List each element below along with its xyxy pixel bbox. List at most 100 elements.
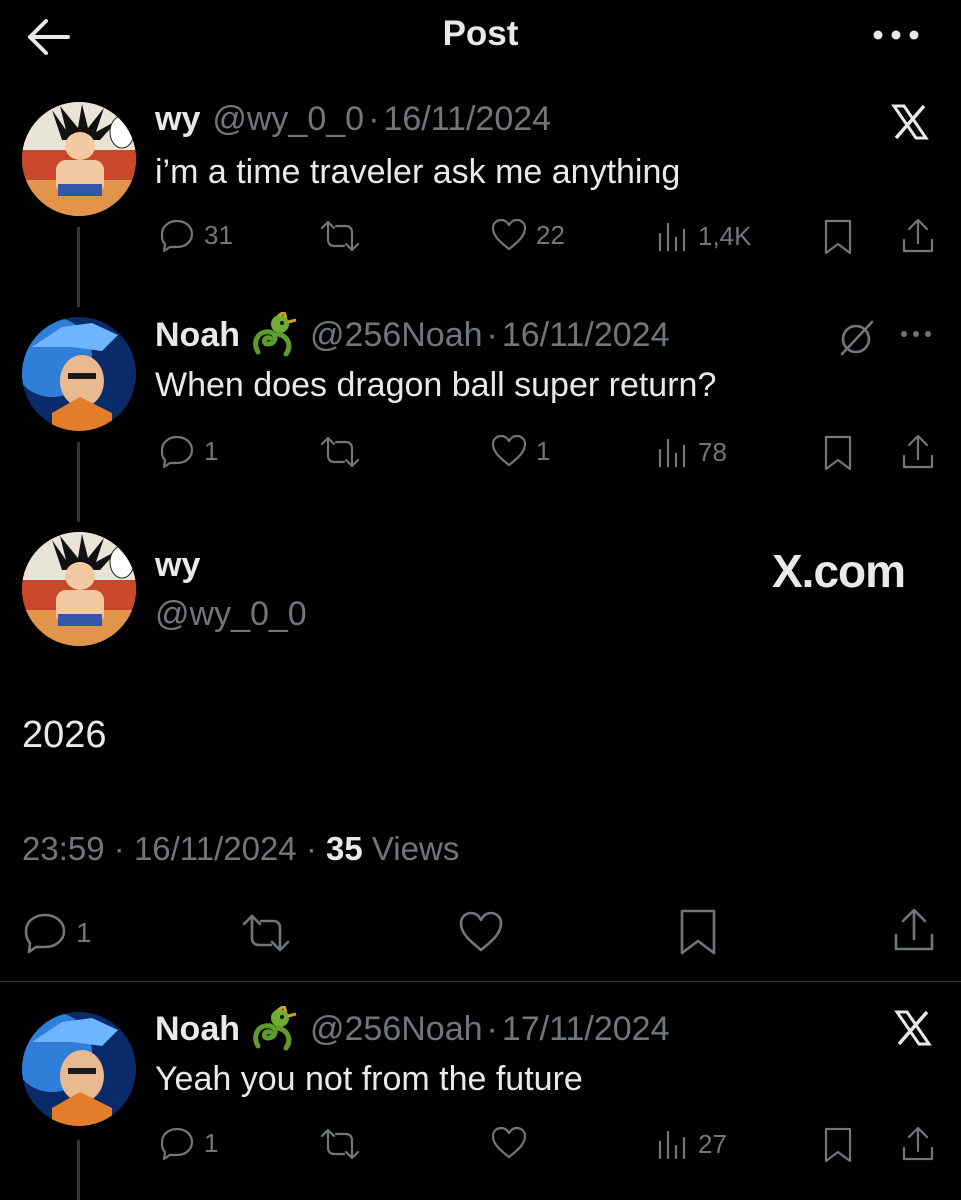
views-label: Views — [371, 830, 460, 867]
author-handle[interactable]: @wy_0_0 — [155, 595, 307, 634]
heart-icon — [491, 218, 527, 251]
more-options-button[interactable] — [896, 324, 936, 344]
author-name[interactable]: wy — [155, 546, 200, 585]
grok-button[interactable] — [836, 318, 876, 358]
bookmark-button[interactable] — [822, 434, 854, 472]
share-button[interactable] — [900, 432, 936, 472]
repost-icon — [242, 914, 290, 952]
vegito-avatar-image — [22, 1012, 136, 1126]
grok-icon — [840, 320, 874, 356]
tweet-header: Noah @256Noah · 16/11/2024 — [155, 312, 670, 358]
reply-icon — [160, 1127, 194, 1161]
author-name[interactable]: Noah — [155, 316, 240, 355]
more-horizontal-icon — [901, 331, 931, 337]
x-logo-button[interactable] — [890, 102, 930, 142]
reply-icon — [160, 435, 194, 469]
repost-icon — [320, 220, 360, 252]
heart-icon — [491, 434, 527, 467]
x-logo-button[interactable] — [893, 1008, 933, 1048]
reply-count: 31 — [204, 219, 233, 250]
author-name[interactable]: wy — [155, 100, 200, 139]
heart-icon — [491, 1126, 527, 1159]
views-button[interactable]: 78 — [656, 434, 727, 470]
x-logo-icon — [891, 104, 929, 140]
reply-count: 1 — [76, 917, 92, 948]
like-button[interactable] — [458, 910, 504, 954]
share-icon — [902, 218, 934, 253]
reply-icon — [160, 219, 194, 253]
heart-icon — [459, 911, 503, 952]
tweet-header: Noah @256Noah · 17/11/2024 — [155, 1006, 670, 1052]
separator-dot: · — [305, 830, 317, 867]
tweet-text: Yeah you not from the future — [155, 1060, 583, 1098]
analytics-icon — [658, 438, 686, 468]
more-options-button[interactable] — [866, 20, 926, 50]
author-handle[interactable]: @256Noah — [310, 1010, 483, 1049]
reply-button[interactable]: 31 — [158, 216, 233, 254]
like-button[interactable]: 1 — [490, 433, 550, 469]
tweet-date[interactable]: 16/11/2024 — [134, 830, 297, 867]
repost-icon — [320, 1128, 360, 1160]
tweet-date[interactable]: 16/11/2024 — [383, 100, 551, 139]
x-com-watermark: X.com — [772, 545, 906, 597]
tweet-meta: 23:59 · 16/11/2024 · 35 Views — [22, 830, 459, 868]
repost-button[interactable] — [318, 218, 362, 254]
back-button[interactable] — [22, 14, 74, 60]
bookmark-button[interactable] — [678, 908, 718, 956]
bookmark-button[interactable] — [822, 218, 854, 256]
reply-button[interactable]: 1 — [158, 1124, 218, 1162]
analytics-icon — [658, 222, 686, 252]
reply-button[interactable]: 1 — [22, 910, 92, 956]
like-count: 1 — [536, 435, 551, 466]
views-button[interactable]: 1,4K — [656, 218, 752, 254]
separator-dot: · — [486, 1009, 498, 1048]
bookmark-icon — [680, 909, 716, 955]
tweet-date[interactable]: 16/11/2024 — [502, 316, 670, 355]
x-logo-icon — [894, 1010, 932, 1046]
reply-count: 1 — [204, 1127, 219, 1158]
share-icon — [902, 434, 934, 469]
tweet-text: i’m a time traveler ask me anything — [155, 153, 681, 191]
bookmark-button[interactable] — [822, 1126, 854, 1164]
page-title: Post — [442, 14, 519, 53]
author-handle[interactable]: @256Noah — [310, 316, 483, 355]
thread-line — [77, 442, 80, 522]
reply-button[interactable]: 1 — [158, 432, 218, 470]
repost-button[interactable] — [318, 434, 362, 470]
avatar[interactable] — [22, 1012, 136, 1126]
repost-button[interactable] — [318, 1126, 362, 1162]
reply-count: 1 — [204, 435, 219, 466]
arrow-left-icon — [28, 19, 70, 55]
tweet-date[interactable]: 17/11/2024 — [502, 1010, 670, 1049]
tweet-header: wy @wy_0_0 · 16/11/2024 — [155, 100, 551, 139]
dragon-emoji-icon — [253, 312, 297, 357]
author-handle[interactable]: @wy_0_0 — [212, 100, 364, 139]
avatar[interactable] — [22, 102, 136, 216]
share-icon — [902, 1126, 934, 1161]
tweet-text: When does dragon ball super return? — [155, 366, 717, 404]
tweet-text: 2026 — [22, 714, 107, 756]
author-name[interactable]: Noah — [155, 1010, 240, 1049]
analytics-icon — [658, 1130, 686, 1160]
reply-icon — [24, 913, 66, 954]
goku-avatar-image — [22, 102, 136, 216]
views-count: 27 — [698, 1128, 727, 1159]
share-button[interactable] — [892, 906, 936, 954]
share-button[interactable] — [900, 1124, 936, 1164]
avatar[interactable] — [22, 317, 136, 431]
repost-button[interactable] — [240, 912, 292, 954]
bookmark-icon — [824, 219, 852, 255]
goku-avatar-image — [22, 532, 136, 646]
share-button[interactable] — [900, 216, 936, 256]
views-count: 35 — [326, 830, 363, 867]
like-button[interactable] — [490, 1125, 528, 1161]
thread-line — [77, 1140, 80, 1200]
tweet-time[interactable]: 23:59 — [22, 830, 105, 867]
views-button[interactable]: 27 — [656, 1126, 727, 1162]
separator-dot: · — [368, 100, 380, 138]
avatar[interactable] — [22, 532, 136, 646]
bookmark-icon — [824, 435, 852, 471]
thread-line — [77, 227, 80, 307]
like-count: 22 — [536, 219, 565, 250]
like-button[interactable]: 22 — [490, 217, 565, 253]
